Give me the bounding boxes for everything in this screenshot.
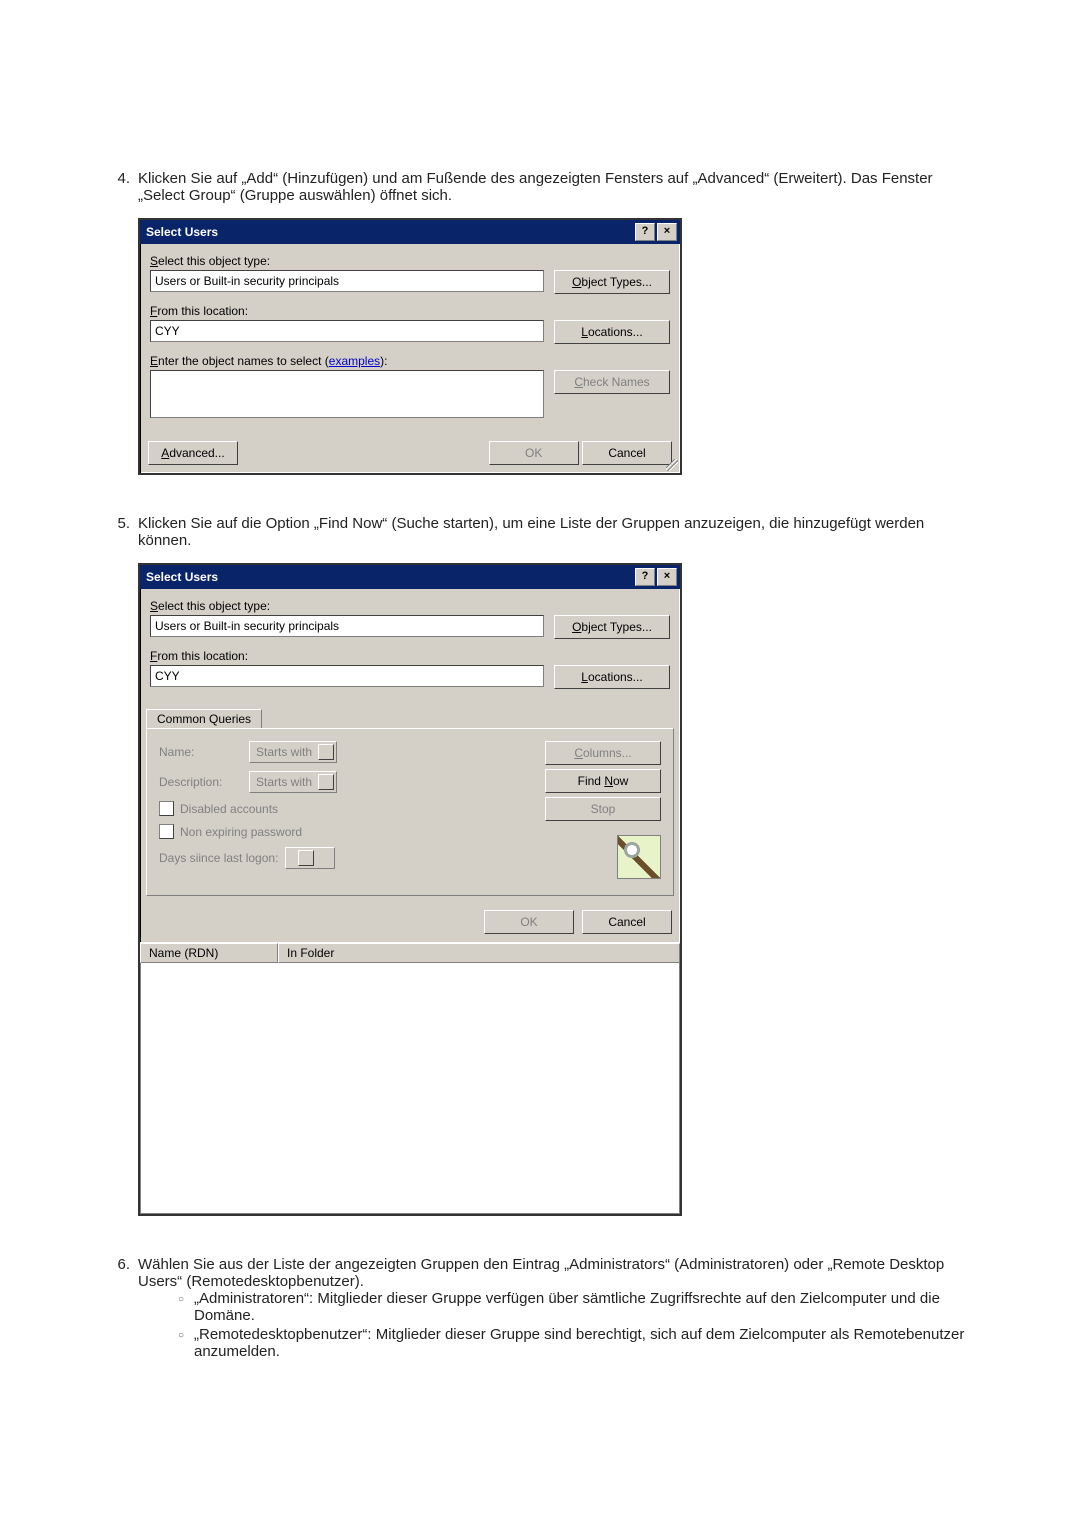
step-4-number: 4. [100,170,138,495]
dialog-title: Select Users [146,570,633,584]
step-6: 6. Wählen Sie aus der Liste der angezeig… [100,1256,980,1362]
columns-button[interactable]: Columns... [545,741,661,765]
close-button[interactable]: × [657,223,677,241]
step-6-sub-2: ○ „Remotedesktopbenutzer“: Mitglieder di… [178,1326,980,1360]
results-header: Name (RDN) In Folder [140,942,680,963]
tab-common-queries[interactable]: Common Queries [146,709,262,729]
step-6-text: Wählen Sie aus der Liste der angezeigten… [138,1256,944,1290]
label-from-location: From this location: [150,649,544,663]
days-since-logon-dropdown[interactable] [285,847,335,869]
step-4-text: Klicken Sie auf „Add“ (Hinzufügen) und a… [138,170,933,204]
object-types-button[interactable]: Object Types... [554,270,670,294]
label-object-names: Enter the object names to select (exampl… [150,354,544,368]
close-button[interactable]: × [657,568,677,586]
results-header-name[interactable]: Name (RDN) [140,943,278,963]
find-now-button[interactable]: Find Now [545,769,661,793]
step-6-sub-2-text: „Remotedesktopbenutzer“: Mitglieder dies… [194,1326,980,1360]
bullet-icon: ○ [178,1326,194,1360]
stop-button[interactable]: Stop [545,797,661,821]
help-button[interactable]: ? [635,568,655,586]
step-5: 5. Klicken Sie auf die Option „Find Now“… [100,515,980,1236]
examples-link[interactable]: examples [329,354,380,368]
locations-button[interactable]: Locations... [554,665,670,689]
results-list[interactable] [140,963,680,1214]
help-button[interactable]: ? [635,223,655,241]
label-disabled-accounts: Disabled accounts [180,802,278,816]
object-type-input[interactable] [150,615,544,637]
label-from-location: From this location: [150,304,544,318]
dialog-select-users-advanced: Select Users ? × Select this object type… [138,563,682,1216]
step-4: 4. Klicken Sie auf „Add“ (Hinzufügen) un… [100,170,980,495]
from-location-input[interactable] [150,665,544,687]
titlebar[interactable]: Select Users ? × [140,220,680,244]
step-6-sub-1-text: „Administratoren“: Mitglieder dieser Gru… [194,1290,980,1324]
locations-button[interactable]: Locations... [554,320,670,344]
label-object-type: Select this object type: [150,254,544,268]
ok-button[interactable]: OK [489,441,579,465]
common-queries-pane: Name: Starts with Description: Starts wi… [146,728,674,896]
advanced-button[interactable]: Advanced... [148,441,238,465]
ok-button[interactable]: OK [484,910,574,934]
non-expiring-password-checkbox[interactable] [159,824,174,839]
step-6-sub-1: ○ „Administratoren“: Mitglieder dieser G… [178,1290,980,1324]
step-6-number: 6. [100,1256,138,1362]
search-animation-icon [617,835,661,879]
label-name: Name: [159,745,249,759]
bullet-icon: ○ [178,1290,194,1324]
label-description: Description: [159,775,249,789]
name-match-dropdown[interactable]: Starts with [249,741,337,763]
label-non-expiring-password: Non expiring password [180,825,302,839]
cancel-button[interactable]: Cancel [582,910,672,934]
from-location-input[interactable] [150,320,544,342]
dialog-select-users: Select Users ? × Select this object type… [138,218,682,475]
titlebar[interactable]: Select Users ? × [140,565,680,589]
label-days-since-logon: Days siince last logon: [159,851,278,865]
object-names-input[interactable] [150,370,544,418]
step-5-text: Klicken Sie auf die Option „Find Now“ (S… [138,515,924,549]
object-type-input[interactable] [150,270,544,292]
check-names-button[interactable]: Check Names [554,370,670,394]
step-5-number: 5. [100,515,138,1236]
label-object-type: Select this object type: [150,599,544,613]
dialog-title: Select Users [146,225,633,239]
description-match-dropdown[interactable]: Starts with [249,771,337,793]
object-types-button[interactable]: Object Types... [554,615,670,639]
cancel-button[interactable]: Cancel [582,441,672,465]
disabled-accounts-checkbox[interactable] [159,801,174,816]
results-header-folder[interactable]: In Folder [278,943,680,963]
